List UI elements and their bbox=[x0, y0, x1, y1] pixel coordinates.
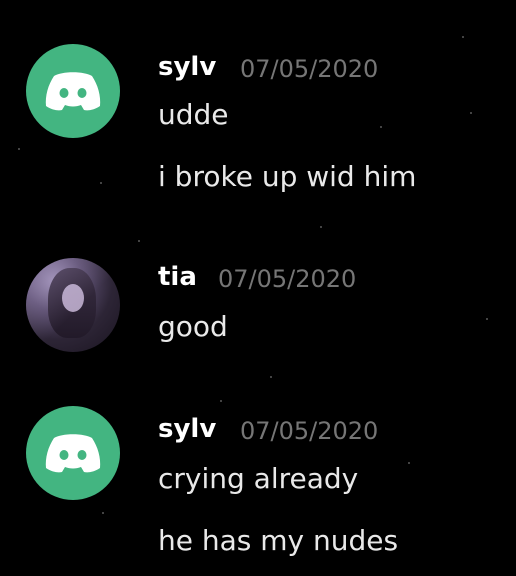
message-text: crying already bbox=[158, 462, 359, 495]
background-speck bbox=[486, 318, 488, 320]
background-speck bbox=[102, 512, 104, 514]
discord-logo-icon bbox=[45, 434, 101, 473]
timestamp: 07/05/2020 bbox=[240, 55, 379, 83]
message-text: udde bbox=[158, 98, 229, 131]
background-speck bbox=[270, 376, 272, 378]
timestamp: 07/05/2020 bbox=[240, 417, 379, 445]
message-text: good bbox=[158, 310, 228, 343]
avatar[interactable] bbox=[26, 406, 120, 500]
background-speck bbox=[100, 182, 102, 184]
background-speck bbox=[220, 400, 222, 402]
username[interactable]: sylv bbox=[158, 414, 216, 444]
background-speck bbox=[408, 462, 410, 464]
avatar-photo-glow bbox=[26, 258, 120, 352]
timestamp: 07/05/2020 bbox=[218, 265, 357, 293]
chat-screenshot: { "colors": { "background": "#000000", "… bbox=[0, 0, 516, 576]
background-speck bbox=[462, 36, 464, 38]
background-speck bbox=[18, 148, 20, 150]
background-speck bbox=[138, 240, 140, 242]
username[interactable]: tia bbox=[158, 262, 197, 292]
discord-logo-icon bbox=[45, 72, 101, 111]
avatar[interactable] bbox=[26, 44, 120, 138]
avatar[interactable] bbox=[26, 258, 120, 352]
background-speck bbox=[320, 226, 322, 228]
message-text: i broke up wid him bbox=[158, 160, 417, 193]
username[interactable]: sylv bbox=[158, 52, 216, 82]
background-speck bbox=[380, 126, 382, 128]
message-text: he has my nudes bbox=[158, 524, 399, 557]
background-speck bbox=[470, 112, 472, 114]
